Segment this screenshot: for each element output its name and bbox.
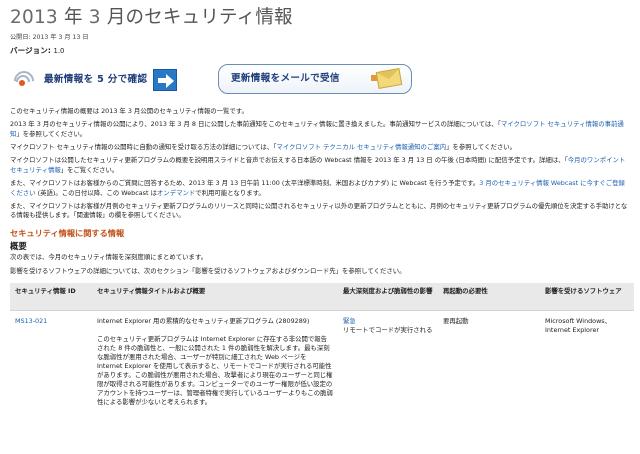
summary-paragraph-2: 影響を受けるソフトウェアの詳細については、次のセクション「影響を受けるソフトウェ…: [10, 267, 406, 276]
impact-text: リモートでコードが実行される: [343, 326, 433, 335]
restart-cell: 要再起動: [443, 317, 469, 326]
severity-link[interactable]: 緊急: [343, 317, 433, 326]
banner-row: 最新情報を 5 分で確認 更新情報をメールで受信: [9, 63, 630, 103]
publish-date: 公開日: 2013 年 3 月 13 日: [10, 34, 89, 42]
title-month: 3: [88, 7, 101, 28]
title-rest: 月のセキュリティ情報: [100, 7, 293, 28]
page-title: 2013 年 3 月のセキュリティ情報: [10, 6, 630, 29]
page: 2013 年 3 月のセキュリティ情報 公開日: 2013 年 3 月 13 日…: [0, 0, 640, 454]
bulletin-title: Internet Explorer 用の累積的なセキュリティ更新プログラム (2…: [97, 317, 310, 326]
title-year: 2013: [10, 7, 58, 28]
bulletin-id-link[interactable]: MS13-021: [10, 311, 92, 414]
summary-heading: 概要: [10, 240, 27, 251]
envelope-icon: [375, 67, 403, 89]
rss-banner[interactable]: 最新情報を 5 分で確認: [9, 66, 178, 95]
section-heading: セキュリティ情報に関する情報: [10, 227, 125, 238]
mail-banner[interactable]: 更新情報をメールで受信: [218, 63, 412, 94]
intro-paragraph-2: 2013 年 3 月のセキュリティ情報の公開により、2013 年 3 月 8 日…: [10, 120, 624, 138]
column-header-restart: 再起動の必要性: [438, 282, 540, 312]
column-header-severity: 最大深刻度および脆弱性の影響: [338, 282, 438, 312]
column-header-title: セキュリティ情報タイトルおよび概要: [92, 282, 338, 312]
table-row: MS13-021 Internet Explorer 用の累積的なセキュリティ更…: [10, 311, 634, 414]
bulletin-summary-cell: Internet Explorer 用の累積的なセキュリティ更新プログラム (2…: [92, 311, 338, 414]
intro-paragraph-4: マイクロソフトは公開したセキュリティ更新プログラムの概要を説明用スライドと音声で…: [10, 156, 626, 174]
notification-service-link[interactable]: マイクロソフト テクニカル セキュリティ情報通知のご案内: [276, 143, 446, 151]
intro-paragraph-5: また、マイクロソフトはお客様からのご質問に回答するため、2013 年 3 月 1…: [10, 179, 625, 197]
version: バージョン: 1.0: [10, 45, 630, 56]
column-header-id: セキュリティ情報 ID: [10, 282, 92, 312]
rss-icon: [9, 66, 39, 95]
bulletin-summary: このセキュリティ更新プログラムは Internet Explorer に存在する…: [97, 335, 333, 407]
arrow-right-icon: [153, 68, 178, 91]
rss-banner-label: 最新情報を 5 分で確認: [44, 73, 148, 85]
bulletin-table: セキュリティ情報 ID セキュリティ情報タイトルおよび概要 最大深刻度および脆弱…: [10, 282, 634, 414]
title-year-suffix: 年: [57, 7, 89, 28]
table-header-row: セキュリティ情報 ID セキュリティ情報タイトルおよび概要 最大深刻度および脆弱…: [10, 282, 634, 312]
severity-cell: 緊急 リモートでコードが実行される: [338, 311, 438, 414]
intro-paragraph-3: マイクロソフト セキュリティ情報の公開時に自動の通知を受け取る方法の詳細について…: [10, 143, 517, 152]
on-demand-link[interactable]: オンデマンド: [157, 189, 195, 197]
version-value: 1.0: [53, 47, 65, 56]
column-header-software: 影響を受けるソフトウェア: [540, 282, 634, 312]
intro-paragraph-6: また、マイクロソフトはお客様が月例のセキュリティ更新プログラムのリリースと同時に…: [10, 202, 628, 220]
summary-paragraph-1: 次の表では、今月のセキュリティ情報を深刻度順にまとめています。: [10, 252, 208, 261]
intro-paragraph-1: このセキュリティ情報の概要は 2013 年 3 月公開のセキュリティ情報の一覧で…: [10, 106, 248, 115]
mail-banner-label: 更新情報をメールで受信: [231, 72, 340, 84]
software-cell: Microsoft Windows、Internet Explorer: [545, 317, 612, 335]
version-label: バージョン:: [10, 46, 54, 56]
